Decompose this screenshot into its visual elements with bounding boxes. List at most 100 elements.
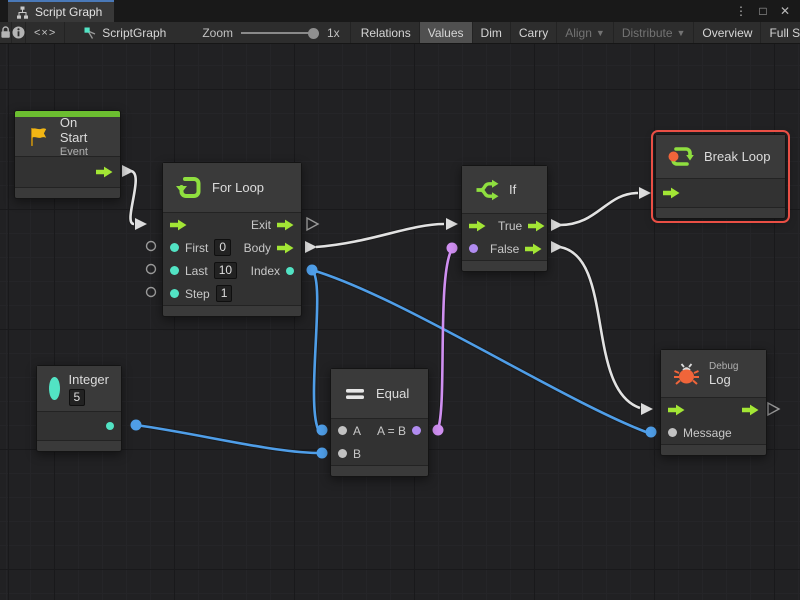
a-port[interactable] [338, 426, 347, 435]
node-break-loop[interactable]: Break Loop [655, 134, 786, 219]
exit-port[interactable] [277, 219, 294, 231]
first-label: First [185, 241, 208, 255]
b-port[interactable] [338, 449, 347, 458]
graph-tree-icon [16, 6, 29, 19]
node-for-loop[interactable]: For Loop Exit First 0 Body Last 10 [162, 162, 302, 317]
node-if[interactable]: If True False [461, 165, 548, 272]
window-menu-icon[interactable]: ⋮ [732, 4, 750, 18]
if-true-marker[interactable] [551, 219, 563, 231]
relations-button[interactable]: Relations [353, 22, 420, 43]
forloop-index-endpoint[interactable] [307, 265, 318, 276]
close-icon[interactable]: ✕ [776, 4, 794, 18]
if-condition-endpoint[interactable] [447, 243, 458, 254]
equal-result-endpoint[interactable] [433, 425, 444, 436]
graph-breadcrumb[interactable]: ScriptGraph [75, 22, 174, 43]
first-port[interactable] [170, 243, 179, 252]
message-in-endpoint[interactable] [646, 427, 657, 438]
node-debug-log[interactable]: Debug Log Message [660, 349, 767, 456]
values-button[interactable]: Values [420, 22, 473, 43]
onstart-out-marker[interactable] [122, 165, 134, 177]
step-value-input[interactable]: 1 [216, 285, 233, 302]
zoom-slider[interactable] [241, 28, 319, 38]
result-port[interactable] [412, 426, 421, 435]
condition-port[interactable] [469, 244, 478, 253]
node-integer[interactable]: Integer 5 [36, 365, 122, 452]
wire-false-to-debuglog[interactable] [560, 247, 640, 408]
message-port[interactable] [668, 428, 677, 437]
false-port[interactable] [525, 243, 542, 255]
integer-out-port[interactable] [106, 422, 114, 430]
forloop-last-inlet[interactable] [147, 265, 156, 274]
false-label: False [490, 242, 519, 256]
full-screen-button[interactable]: Full Screen [761, 22, 800, 43]
flow-out-port[interactable] [96, 166, 113, 178]
forloop-first-inlet[interactable] [147, 242, 156, 251]
equal-a-endpoint[interactable] [317, 425, 328, 436]
zoom-slider-track [241, 32, 311, 34]
carry-button[interactable]: Carry [511, 22, 557, 43]
edit-source-button[interactable]: <×> [26, 22, 65, 43]
flow-out-port[interactable] [742, 404, 759, 416]
forloop-in-marker[interactable] [135, 218, 147, 230]
forloop-exit-outlet[interactable] [307, 218, 318, 230]
flow-in-port[interactable] [668, 404, 685, 416]
node-footer [331, 465, 428, 476]
lock-icon [0, 26, 11, 39]
result-label: A = B [377, 424, 406, 438]
breakloop-in-marker[interactable] [639, 187, 651, 199]
distribute-button: Distribute▼ [614, 22, 695, 43]
node-title: Integer [69, 372, 109, 387]
node-footer [163, 305, 301, 316]
debuglog-out-outlet[interactable] [768, 403, 779, 415]
node-footer [15, 187, 120, 198]
flow-in-port[interactable] [170, 219, 187, 231]
tab-bar: Script Graph ⋮ □ ✕ [0, 0, 800, 22]
node-equal[interactable]: Equal A A = B B [330, 368, 429, 477]
tab-script-graph[interactable]: Script Graph [8, 0, 114, 22]
dim-button[interactable]: Dim [473, 22, 511, 43]
node-footer [656, 207, 785, 218]
loop-icon [175, 174, 203, 202]
index-label: Index [251, 264, 280, 278]
graph-name: ScriptGraph [102, 26, 166, 40]
lock-button[interactable] [0, 22, 12, 43]
integer-type-icon [49, 377, 60, 400]
last-label: Last [185, 264, 208, 278]
exit-label: Exit [251, 218, 271, 232]
forloop-step-inlet[interactable] [147, 288, 156, 297]
last-port[interactable] [170, 266, 179, 275]
node-title: Break Loop [704, 149, 771, 164]
graph-canvas[interactable]: On Start Event For Loop [0, 44, 800, 600]
zoom-slider-handle[interactable] [308, 28, 319, 39]
first-value-input[interactable]: 0 [214, 239, 231, 256]
zoom-label: Zoom [202, 26, 233, 40]
zoom-control: Zoom 1x [202, 22, 350, 43]
node-on-start[interactable]: On Start Event [14, 110, 121, 199]
chevron-down-icon: ▼ [677, 28, 686, 38]
info-icon [12, 26, 25, 39]
true-port[interactable] [528, 220, 545, 232]
body-port[interactable] [277, 242, 294, 254]
node-subtitle: Event [60, 146, 108, 158]
debuglog-in-marker[interactable] [641, 403, 653, 415]
maximize-icon[interactable]: □ [754, 4, 772, 18]
forloop-body-marker[interactable] [305, 241, 317, 253]
equal-b-endpoint[interactable] [317, 448, 328, 459]
node-category: Debug [709, 361, 738, 372]
integer-value-input[interactable]: 5 [69, 389, 86, 406]
inspect-button[interactable] [12, 22, 26, 43]
step-port[interactable] [170, 289, 179, 298]
integer-out-endpoint[interactable] [131, 420, 142, 431]
last-value-input[interactable]: 10 [214, 262, 237, 279]
node-footer [462, 260, 547, 271]
overview-button[interactable]: Overview [694, 22, 761, 43]
true-label: True [498, 219, 522, 233]
unconnected-value-inlets [147, 242, 156, 297]
flow-in-port[interactable] [663, 187, 680, 199]
window-controls: ⋮ □ ✕ [732, 0, 800, 22]
if-false-marker[interactable] [551, 241, 563, 253]
if-in-marker[interactable] [446, 218, 458, 230]
flow-in-port[interactable] [469, 220, 486, 232]
index-port[interactable] [286, 267, 294, 275]
node-title: If [509, 182, 516, 197]
